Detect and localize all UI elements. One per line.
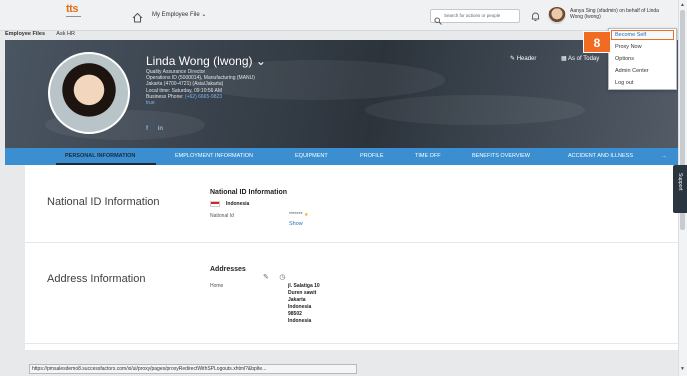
address-line: Indonesia (288, 318, 312, 325)
social-links: f in (146, 126, 171, 132)
national-id-value: ******* ★ (289, 212, 309, 218)
section-divider (25, 242, 678, 243)
indonesia-flag-icon (210, 201, 220, 207)
address-line: Jakarta (288, 297, 306, 304)
status-url: https://pmsalesdemo8.successfactors.com/… (32, 366, 267, 372)
national-id-label: National Id (210, 213, 234, 219)
address-line: 98502 (288, 311, 302, 318)
address-section-title: Address Information (47, 273, 146, 285)
company-logo[interactable]: tts ▬▬▬▬▬ (66, 4, 90, 20)
tab-benefits-overview[interactable]: BENEFITS OVERVIEW (472, 153, 530, 159)
phone-label: Business Phone: (146, 93, 184, 100)
subnav-employee-files[interactable]: Employee Files (5, 31, 45, 37)
step-badge: 8 (583, 31, 611, 53)
chevron-down-icon: ⌄ (255, 54, 266, 68)
address-value: jl. Salatiga 10 Duren sawit Jakarta Indo… (288, 283, 320, 326)
profile-details: Quality Assurance Director Operations ID… (146, 69, 255, 106)
main-content (25, 165, 678, 350)
pencil-icon: ✎ (510, 56, 517, 62)
national-id-country: Indonesia (226, 201, 250, 207)
browser-status-bar: https://pmsalesdemo8.successfactors.com/… (29, 364, 357, 374)
show-national-id-link[interactable]: Show (289, 221, 303, 227)
cloud-decoration (365, 95, 585, 125)
section-divider (25, 343, 678, 344)
user-dropdown-menu: Become Self Proxy Now Options Admin Cent… (608, 28, 677, 90)
national-id-masked: ******* (289, 212, 303, 218)
tab-accident-and-illness[interactable]: ACCIDENT AND ILLNESS (568, 153, 633, 159)
linkedin-icon[interactable]: in (158, 126, 163, 132)
menu-item-log-out[interactable]: Log out (615, 80, 633, 86)
address-line: jl. Salatiga 10 (288, 283, 320, 289)
menu-item-become-self[interactable]: Become Self (615, 32, 646, 38)
search-input[interactable]: Search for actions or people (430, 9, 520, 25)
tab-personal-information[interactable]: PERSONAL INFORMATION (65, 153, 135, 159)
menu-item-options[interactable]: Options (615, 56, 634, 62)
module-menu[interactable]: My Employee File ⌄ (152, 11, 206, 18)
national-id-heading: National ID Information (210, 189, 287, 196)
chevron-down-icon: ⌄ (201, 12, 207, 18)
notification-bell-icon[interactable] (531, 9, 540, 27)
menu-item-proxy-now[interactable]: Proxy Now (615, 44, 642, 50)
menu-item-admin-center[interactable]: Admin Center (615, 68, 649, 74)
tab-time-off[interactable]: TIME OFF (415, 153, 441, 159)
address-line: Duren sawit (288, 290, 317, 297)
support-label: Support (677, 173, 683, 191)
calendar-icon: ▦ (561, 56, 569, 62)
profile-photo[interactable] (48, 52, 130, 134)
search-placeholder: Search for actions or people (444, 13, 501, 18)
search-icon (434, 12, 442, 30)
profile-name-text: Linda Wong (lwong) (146, 54, 253, 68)
address-type-label: Home (210, 283, 224, 289)
tab-employment-information[interactable]: EMPLOYMENT INFORMATION (175, 153, 253, 159)
profile-name[interactable]: Linda Wong (lwong) ⌄ (146, 54, 266, 68)
user-avatar[interactable] (548, 7, 566, 24)
scroll-up-icon[interactable]: ▲ (680, 2, 685, 8)
address-actions: ✎ ◷ (263, 266, 285, 284)
address-line: Indonesia (288, 304, 312, 311)
edit-icon[interactable]: ✎ (263, 274, 269, 281)
user-context-text: Aanya Sing (sfadmin) on behalf of Linda … (570, 8, 659, 20)
subnav: Employee Files Ask HR (5, 31, 75, 37)
tab-equipment[interactable]: EQUIPMENT (295, 153, 328, 159)
module-menu-label: My Employee File (152, 12, 200, 18)
addresses-heading: Addresses (210, 266, 246, 273)
true-value: true (146, 100, 155, 107)
tab-profile[interactable]: PROFILE (360, 153, 384, 159)
user-menu[interactable]: Aanya Sing (sfadmin) on behalf of Linda … (570, 8, 665, 20)
facebook-icon[interactable]: f (146, 126, 148, 132)
header-button[interactable]: ✎ Header (510, 55, 536, 62)
star-icon: ★ (304, 212, 309, 218)
phone-link[interactable]: (+62) 6665-9823 (185, 94, 222, 100)
header-button-label: Header (516, 56, 537, 62)
support-tab[interactable]: Support (673, 165, 687, 213)
as-of-today-label: As of Today (568, 56, 600, 62)
home-icon[interactable] (132, 10, 143, 23)
national-id-section-title: National ID Information (47, 196, 160, 208)
logo-underline: ▬▬▬▬▬ (66, 14, 81, 18)
tab-more[interactable]: ... (662, 153, 667, 159)
subnav-ask-hr[interactable]: Ask HR (56, 31, 75, 37)
scroll-down-icon[interactable]: ▼ (680, 366, 685, 372)
logo-text: tts (66, 3, 78, 15)
history-icon[interactable]: ◷ (279, 274, 285, 281)
as-of-today-button[interactable]: ▦ As of Today (561, 55, 599, 62)
